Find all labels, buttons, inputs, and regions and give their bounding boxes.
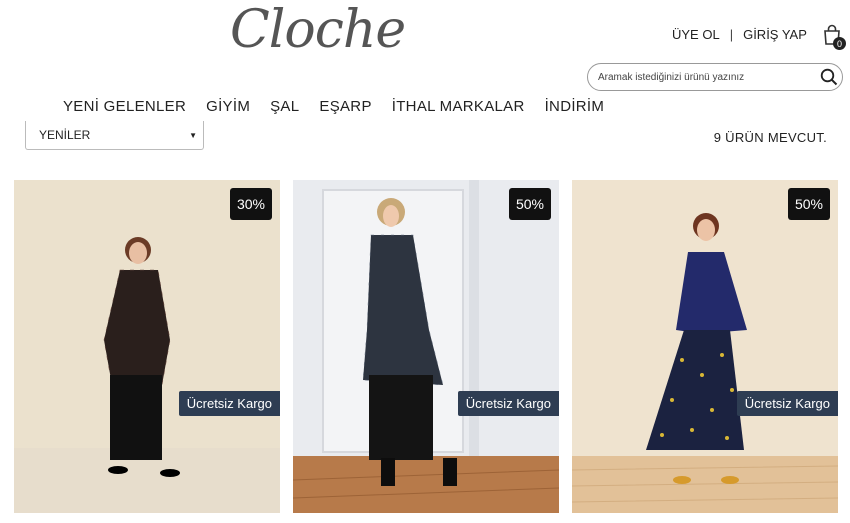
- product-card[interactable]: 30% Ücretsiz Kargo: [14, 180, 280, 513]
- cart-count-badge: 0: [833, 37, 846, 50]
- search-icon: [820, 68, 838, 86]
- product-image: [14, 180, 280, 513]
- nav-item-clothing[interactable]: GİYİM: [206, 98, 250, 115]
- free-shipping-badge: Ücretsiz Kargo: [736, 391, 838, 416]
- search-input[interactable]: [598, 71, 816, 83]
- brand-logo[interactable]: Cloche: [230, 0, 406, 60]
- account-separator: |: [729, 27, 734, 42]
- nav-item-new-arrivals[interactable]: YENİ GELENLER: [63, 98, 186, 115]
- cart-button[interactable]: 0: [822, 24, 846, 50]
- discount-badge: 50%: [509, 188, 551, 220]
- account-links: ÜYE OL | GİRİŞ YAP: [672, 27, 807, 42]
- sort-selected-value: YENİLER: [39, 128, 91, 142]
- main-nav: YENİ GELENLER GİYİM ŞAL EŞARP İTHAL MARK…: [63, 98, 624, 115]
- nav-item-imported-brands[interactable]: İTHAL MARKALAR: [392, 98, 525, 115]
- nav-item-shawl[interactable]: ŞAL: [270, 98, 299, 115]
- sort-select[interactable]: YENİLER ▼: [25, 121, 204, 150]
- free-shipping-badge: Ücretsiz Kargo: [178, 391, 280, 416]
- nav-item-sale[interactable]: İNDİRİM: [545, 98, 605, 115]
- nav-item-scarf[interactable]: EŞARP: [319, 98, 371, 115]
- login-link[interactable]: GİRİŞ YAP: [743, 27, 807, 42]
- discount-badge: 50%: [788, 188, 830, 220]
- discount-badge: 30%: [230, 188, 272, 220]
- product-count: 9 ÜRÜN MEVCUT.: [713, 130, 827, 145]
- product-image: [572, 180, 838, 513]
- dropdown-arrow-icon: ▼: [189, 130, 197, 140]
- product-card[interactable]: 50% Ücretsiz Kargo: [293, 180, 559, 513]
- free-shipping-badge: Ücretsiz Kargo: [457, 391, 559, 416]
- product-image: [293, 180, 559, 513]
- product-card[interactable]: 50% Ücretsiz Kargo: [572, 180, 838, 513]
- search-bar: [587, 63, 843, 91]
- register-link[interactable]: ÜYE OL: [672, 27, 720, 42]
- search-button[interactable]: [816, 64, 842, 90]
